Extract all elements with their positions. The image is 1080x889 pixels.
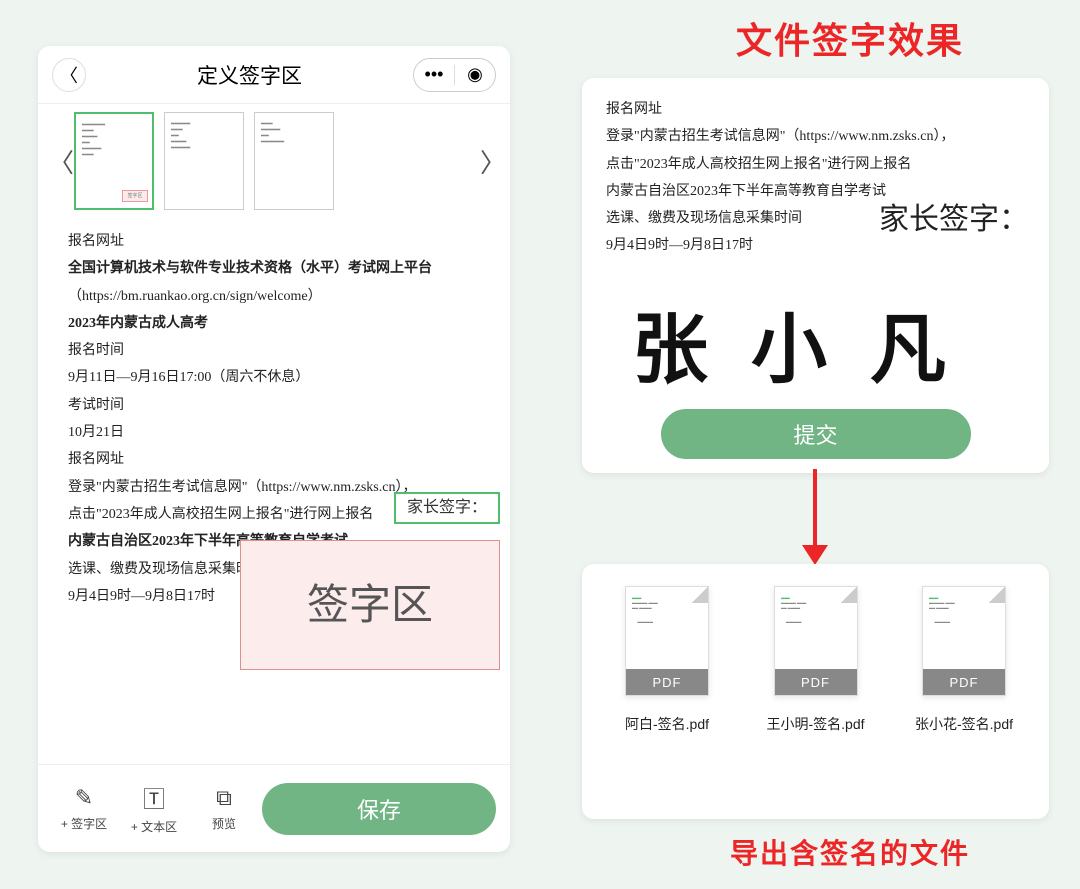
thumbnail-carousel: 〈 ▂▂▂▂▂▂▂▂▂▂▂▂▂▂▂▂▂▂▂▂▂▂▂ 签字区 ▂▂▂▂▂▂▂▂▂▂… [38,104,510,210]
page-thumbnail-3[interactable]: ▂▂▂▂▂▂▂▂▂▂▂▂▂▂▂▂ [254,112,334,210]
tool-label: + 文本区 [131,820,177,834]
signature-area-placeholder[interactable]: 签字区 [240,540,500,670]
exported-file[interactable]: ▂▂▂▂▂▂▂▂ ▂▂▂▂▂ ▂▂▂▂ ▂▂▂▂▂ PDF 阿白-签名.pdf [602,586,732,819]
phone-mockup: 〈 定义签字区 ••• ◉ 〈 ▂▂▂▂▂▂▂▂▂▂▂▂▂▂▂▂▂▂▂▂▂▂▂ … [38,46,510,852]
back-button[interactable]: 〈 [52,58,86,92]
bottom-toolbar: ✎ + 签字区 🅃 + 文本区 ⧉ 预览 保存 [38,764,510,852]
doc-line: 报名网址 [68,228,484,255]
doc-line: 2023年内蒙古成人高考 [68,310,484,337]
save-label: 保存 [357,793,401,825]
arrow-down-icon [805,469,825,565]
miniprogram-capsule: ••• ◉ [413,58,496,92]
doc-line: 全国计算机技术与软件专业技术资格（水平）考试网上平台 [68,255,484,282]
exported-files-card: ▂▂▂▂▂▂▂▂ ▂▂▂▂▂ ▂▂▂▂ ▂▂▂▂▂ PDF 阿白-签名.pdf … [582,564,1049,819]
pdf-band: PDF [626,669,708,695]
target-icon: ◉ [467,64,483,85]
save-button[interactable]: 保存 [262,783,496,835]
signed-result-card: 报名网址 登录"内蒙古招生考试信息网"（https://www.nm.zsks.… [582,78,1049,473]
pdf-file-icon: ▂▂▂▂▂▂▂▂ ▂▂▂▂▂ ▂▂▂▂ ▂▂▂▂▂ PDF [625,586,709,696]
kebab-icon: ••• [425,64,444,85]
doc-line: 10月21日 [68,419,484,446]
pdf-band: PDF [775,669,857,695]
submit-button[interactable]: 提交 [661,409,971,459]
menu-button[interactable]: ••• [414,64,454,85]
text-box-icon: 🅃 [122,782,186,814]
pdf-band: PDF [923,669,1005,695]
file-name: 王小明-签名.pdf [751,714,881,734]
thumbnail-signature-marker: 签字区 [122,190,148,202]
tool-label: 预览 [212,817,236,831]
submit-label: 提交 [793,418,837,450]
prev-page-button[interactable]: 〈 [48,143,68,180]
chevron-left-icon: 〈 [60,62,78,88]
annotation-title: 文件签字效果 [660,12,1040,64]
pdf-file-icon: ▂▂▂▂▂▂▂▂ ▂▂▂▂▂ ▂▂▂▂ ▂▂▂▂▂ PDF [922,586,1006,696]
doc-line: 报名网址 [606,96,1025,123]
parent-signature-label: 家长签字： [879,194,1029,238]
doc-line: （https://bm.ruankao.org.cn/sign/welcome） [68,283,484,310]
doc-line: 报名时间 [68,337,484,364]
document-preview[interactable]: 报名网址 全国计算机技术与软件专业技术资格（水平）考试网上平台 （https:/… [38,210,510,764]
handwritten-signature: 张 小 凡 [632,288,958,398]
page-title: 定义签字区 [86,60,413,90]
page-thumbnail-2[interactable]: ▂▂▂▂▂▂▂▂▂▂▂▂▂▂▂▂▂▂▂ [164,112,244,210]
file-name: 张小花-签名.pdf [899,714,1029,734]
exported-file[interactable]: ▂▂▂▂▂▂▂▂ ▂▂▂▂▂ ▂▂▂▂ ▂▂▂▂▂ PDF 张小花-签名.pdf [899,586,1029,819]
preview-button[interactable]: ⧉ 预览 [192,785,256,832]
tool-label: + 签字区 [61,817,107,831]
phone-header: 〈 定义签字区 ••• ◉ [38,46,510,104]
page-thumbnail-1[interactable]: ▂▂▂▂▂▂▂▂▂▂▂▂▂▂▂▂▂▂▂▂▂▂▂ 签字区 [74,112,154,210]
thumbnails: ▂▂▂▂▂▂▂▂▂▂▂▂▂▂▂▂▂▂▂▂▂▂▂ 签字区 ▂▂▂▂▂▂▂▂▂▂▂▂… [68,112,480,210]
exported-file[interactable]: ▂▂▂▂▂▂▂▂ ▂▂▂▂▂ ▂▂▂▂ ▂▂▂▂▂ PDF 王小明-签名.pdf [751,586,881,819]
doc-line: 考试时间 [68,392,484,419]
close-button[interactable]: ◉ [455,64,495,85]
export-caption: 导出含签名的文件 [680,832,1020,872]
doc-line: 9月11日—9月16日17:00（周六不休息） [68,364,484,391]
add-text-area-button[interactable]: 🅃 + 文本区 [122,782,186,835]
preview-icon: ⧉ [192,785,256,811]
file-name: 阿白-签名.pdf [602,714,732,734]
parent-signature-label-box[interactable]: 家长签字： [394,492,500,524]
doc-line: 点击"2023年成人高校招生网上报名"进行网上报名 [606,151,1025,178]
doc-line: 登录"内蒙古招生考试信息网"（https://www.nm.zsks.cn）， [606,123,1025,150]
next-page-button[interactable]: 〉 [480,143,500,180]
pdf-file-icon: ▂▂▂▂▂▂▂▂ ▂▂▂▂▂ ▂▂▂▂ ▂▂▂▂▂ PDF [774,586,858,696]
pen-icon: ✎ [52,785,116,811]
doc-line: 报名网址 [68,446,484,473]
add-signature-area-button[interactable]: ✎ + 签字区 [52,785,116,832]
